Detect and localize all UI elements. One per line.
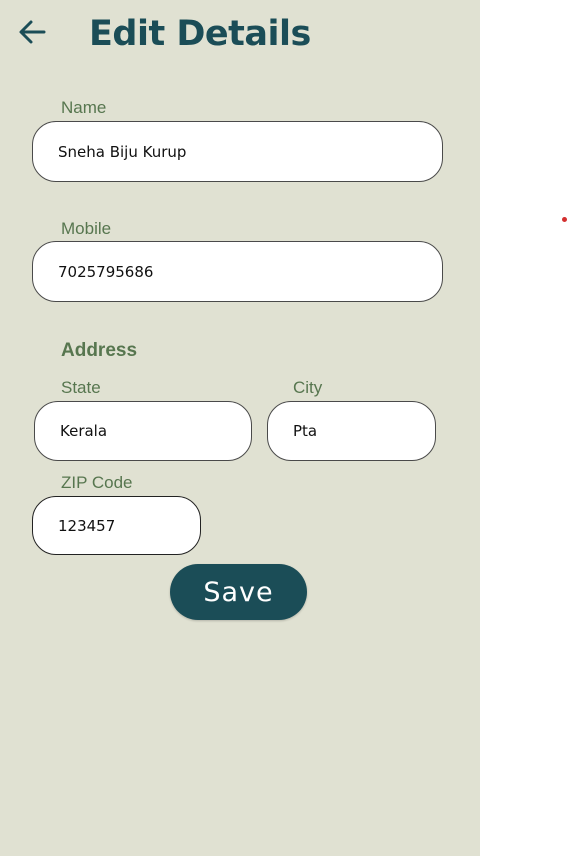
- state-field[interactable]: [34, 401, 252, 461]
- city-label: City: [293, 378, 323, 397]
- name-field[interactable]: [32, 121, 443, 182]
- page-title: Edit Details: [89, 14, 311, 54]
- state-label: State: [61, 378, 101, 397]
- edit-details-panel: Edit Details Name Mobile Address State C…: [0, 0, 480, 856]
- mobile-label: Mobile: [61, 219, 112, 238]
- save-button[interactable]: Save: [170, 564, 307, 620]
- city-field[interactable]: [267, 401, 436, 461]
- indicator-dot: [562, 217, 567, 222]
- zip-label: ZIP Code: [61, 473, 133, 492]
- zip-code-field[interactable]: [32, 496, 201, 555]
- back-button[interactable]: [12, 14, 52, 54]
- mobile-field[interactable]: [32, 241, 443, 302]
- arrow-left-icon: [17, 17, 47, 51]
- name-label: Name: [61, 98, 107, 117]
- address-section-title: Address: [61, 340, 138, 361]
